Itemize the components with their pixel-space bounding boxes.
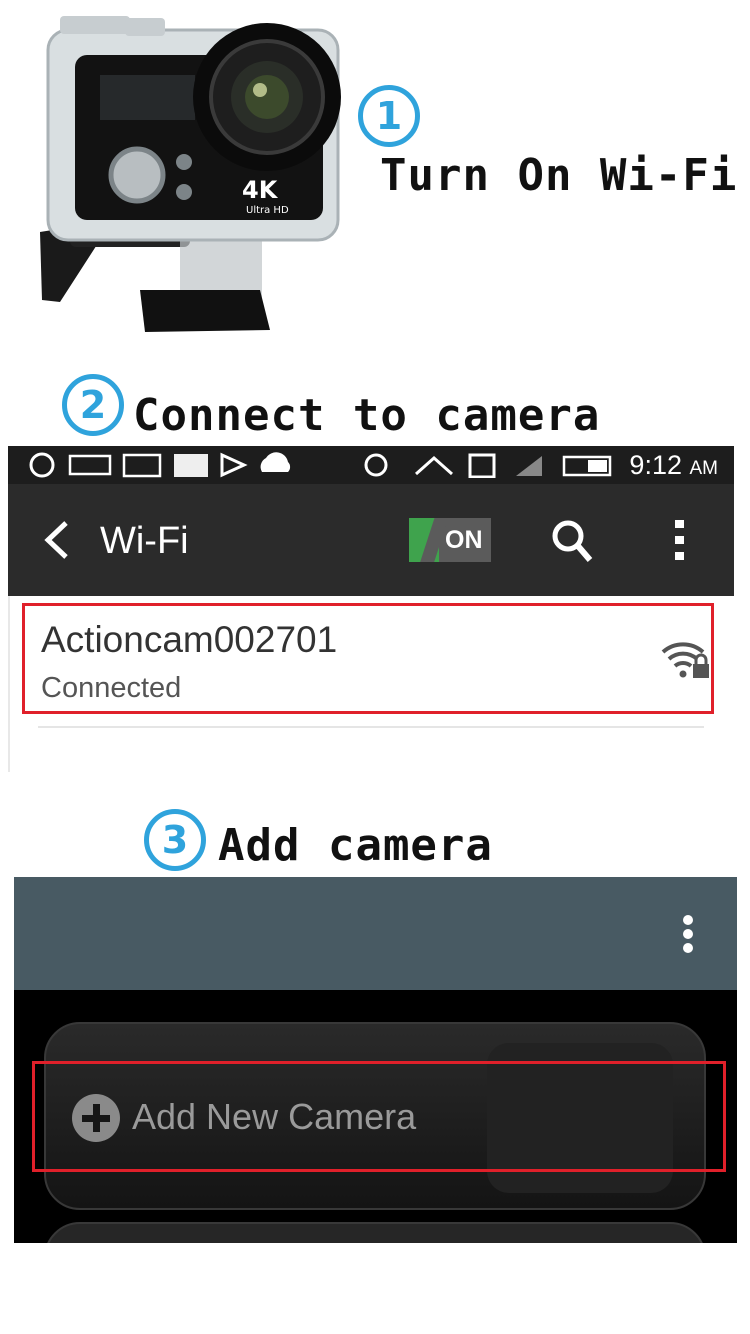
- step-3-title: Add camera: [218, 820, 493, 871]
- step-1-title: Turn On Wi-Fi: [380, 150, 738, 201]
- step-1-badge: 1: [358, 85, 420, 147]
- step-2-badge: 2: [62, 374, 124, 436]
- more-vert-icon[interactable]: [672, 518, 688, 562]
- system-status-icons: [364, 453, 612, 478]
- list-divider: [38, 726, 704, 728]
- wifi-app-bar: Wi-Fi ON: [8, 484, 734, 596]
- camera-app-screenshot: Add New Camera: [14, 877, 737, 1243]
- svg-text:Ultra HD: Ultra HD: [246, 205, 289, 216]
- back-arrow-icon[interactable]: [42, 520, 72, 560]
- network-status: Connected: [41, 672, 182, 704]
- status-bar: 9:12 AM: [8, 446, 734, 484]
- toggle-label: ON: [445, 526, 483, 554]
- app-header: [14, 877, 737, 990]
- wifi-settings-screenshot: 9:12 AM Wi-Fi ON Actioncam002701 Connect…: [8, 446, 734, 772]
- wifi-lock-icon: [661, 642, 709, 678]
- notification-icons: [29, 452, 291, 478]
- action-camera-illustration: 4K Ultra HD: [40, 16, 341, 332]
- status-clock: 9:12 AM: [629, 450, 718, 480]
- search-icon[interactable]: [550, 518, 594, 564]
- divider: [8, 596, 10, 772]
- add-camera-highlight[interactable]: [32, 1061, 726, 1172]
- step-3-badge: 3: [144, 809, 206, 871]
- step-2-title: Connect to camera: [133, 390, 601, 441]
- network-row-highlight[interactable]: Actioncam002701 Connected: [22, 603, 714, 714]
- camera-card: [44, 1222, 706, 1243]
- more-vert-icon[interactable]: [680, 914, 696, 954]
- network-name: Actioncam002701: [41, 619, 338, 660]
- page-title: Wi-Fi: [100, 520, 189, 562]
- svg-text:4K: 4K: [242, 176, 279, 204]
- wifi-toggle[interactable]: ON: [409, 518, 491, 562]
